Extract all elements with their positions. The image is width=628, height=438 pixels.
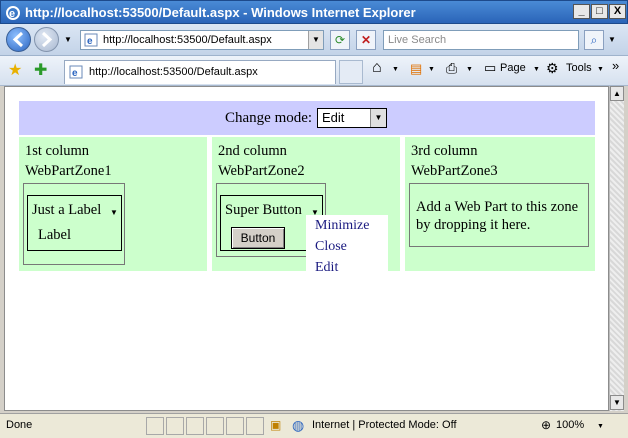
mode-select-value[interactable]: Edit [322,110,344,125]
verbs-popup-menu: Minimize Close Edit [306,215,388,279]
feeds-icon[interactable]: ▤ [410,61,422,77]
status-panel [246,417,264,435]
page-menu[interactable]: Page [500,62,526,74]
search-input[interactable]: Live Search [388,34,446,46]
scroll-up-icon[interactable]: ▲ [610,86,624,101]
tab-default[interactable]: e http://localhost:53500/Default.aspx [64,60,336,84]
refresh-icon[interactable]: ⟳ [330,30,350,50]
svg-text:e: e [87,36,93,47]
address-text[interactable]: http://localhost:53500/Default.aspx [103,34,272,46]
empty-zone-text: Add a Web Part to this zone by dropping … [416,199,579,233]
globe-icon: ◍ [292,417,305,433]
back-button[interactable] [6,27,31,52]
search-box[interactable]: Live Search [383,30,579,50]
verb-minimize[interactable]: Minimize [315,218,369,234]
minimize-button[interactable]: _ [573,4,590,19]
column-3: 3rd column WebPartZone3 Add a Web Part t… [405,137,595,271]
super-button[interactable]: Button [231,227,285,249]
scroll-down-icon[interactable]: ▼ [610,395,624,410]
page-content: Change mode: Edit ▼ 1st column WebPartZo… [4,86,609,411]
search-icon[interactable]: ⌕ [584,30,604,50]
recent-pages-dropdown-icon[interactable]: ▼ [64,35,72,44]
ie-logo-icon: e [6,6,20,20]
gear-icon[interactable]: ⚙ [546,60,559,77]
svg-text:e: e [72,68,78,79]
favorites-star-icon[interactable]: ★ [8,60,22,80]
verb-close[interactable]: Close [315,239,347,255]
mode-bar: Change mode: Edit ▼ [19,101,595,135]
column-heading: 1st column [25,143,90,159]
status-text: Done [6,419,33,431]
ie-page-icon: e [69,65,83,79]
add-favorites-icon[interactable]: ✚ [34,60,47,80]
feeds-dropdown-icon[interactable]: ▼ [428,66,435,73]
window-title: http://localhost:53500/Default.aspx - Wi… [25,5,416,20]
print-icon[interactable]: ⎙ [446,60,457,77]
protected-mode-lock-icon[interactable]: ▣ [270,418,281,432]
forward-arrow-icon [41,31,53,48]
web-part-title[interactable]: Just a Label [32,202,101,219]
mode-select[interactable]: Edit ▼ [317,108,387,128]
status-bar: Done ▣ ◍ Internet | Protected Mode: Off … [0,413,628,438]
status-panel [146,417,164,435]
back-arrow-icon [12,31,24,48]
status-panel [226,417,244,435]
zone-name: WebPartZone1 [25,163,112,179]
verbs-menu-chevron-icon[interactable]: ▼ [110,208,118,217]
ie-page-icon: e [84,33,98,47]
zoom-icon[interactable]: ⊕ [541,418,551,432]
security-zone-text[interactable]: Internet | Protected Mode: Off [312,419,457,431]
svg-text:e: e [9,8,15,20]
forward-button[interactable] [34,27,59,52]
chevron-down-icon[interactable]: ▼ [370,109,386,127]
navigation-bar: ▼ e http://localhost:53500/Default.aspx … [0,24,628,56]
zone-name: WebPartZone3 [411,163,498,179]
status-panel [186,417,204,435]
column-heading: 2nd column [218,143,287,159]
home-icon[interactable]: ⌂ [372,59,382,77]
maximize-button[interactable]: □ [591,4,608,19]
more-commands-chevron[interactable]: » [612,58,619,73]
tools-menu[interactable]: Tools [566,62,592,74]
tab-title[interactable]: http://localhost:53500/Default.aspx [89,66,258,78]
zone-name: WebPartZone2 [218,163,305,179]
web-part-title[interactable]: Super Button [225,202,302,219]
column-1: 1st column WebPartZone1 Just a Label ▼ L… [19,137,207,271]
status-panel [166,417,184,435]
page-menu-icon[interactable]: ▭ [484,60,496,76]
home-dropdown-icon[interactable]: ▼ [392,66,399,73]
vertical-scrollbar[interactable]: ▲ ▼ [609,86,624,411]
web-part-zone-1: Just a Label ▼ Label [23,183,125,265]
tools-dropdown-icon[interactable]: ▼ [597,66,604,73]
zoom-dropdown-icon[interactable]: ▼ [597,423,604,430]
new-tab-button[interactable] [339,60,363,84]
tab-bar: ★ ✚ e http://localhost:53500/Default.asp… [0,56,628,86]
print-dropdown-icon[interactable]: ▼ [466,66,473,73]
web-part-just-a-label[interactable]: Just a Label ▼ Label [27,195,122,251]
close-button[interactable]: X [609,4,626,19]
status-panel [206,417,224,435]
address-dropdown-icon[interactable]: ▼ [308,31,323,49]
zoom-level[interactable]: 100% [556,419,584,431]
label-content: Label [38,227,72,243]
search-options-dropdown-icon[interactable]: ▼ [608,35,616,44]
stop-icon[interactable]: ✕ [356,30,376,50]
web-part-zone-3: Add a Web Part to this zone by dropping … [409,183,589,247]
page-dropdown-icon[interactable]: ▼ [533,66,540,73]
address-bar[interactable]: e http://localhost:53500/Default.aspx ▼ [80,30,324,50]
verb-edit[interactable]: Edit [315,260,338,276]
window-title-bar: e http://localhost:53500/Default.aspx - … [0,0,628,24]
column-heading: 3rd column [411,143,478,159]
mode-label: Change mode: [225,110,313,126]
